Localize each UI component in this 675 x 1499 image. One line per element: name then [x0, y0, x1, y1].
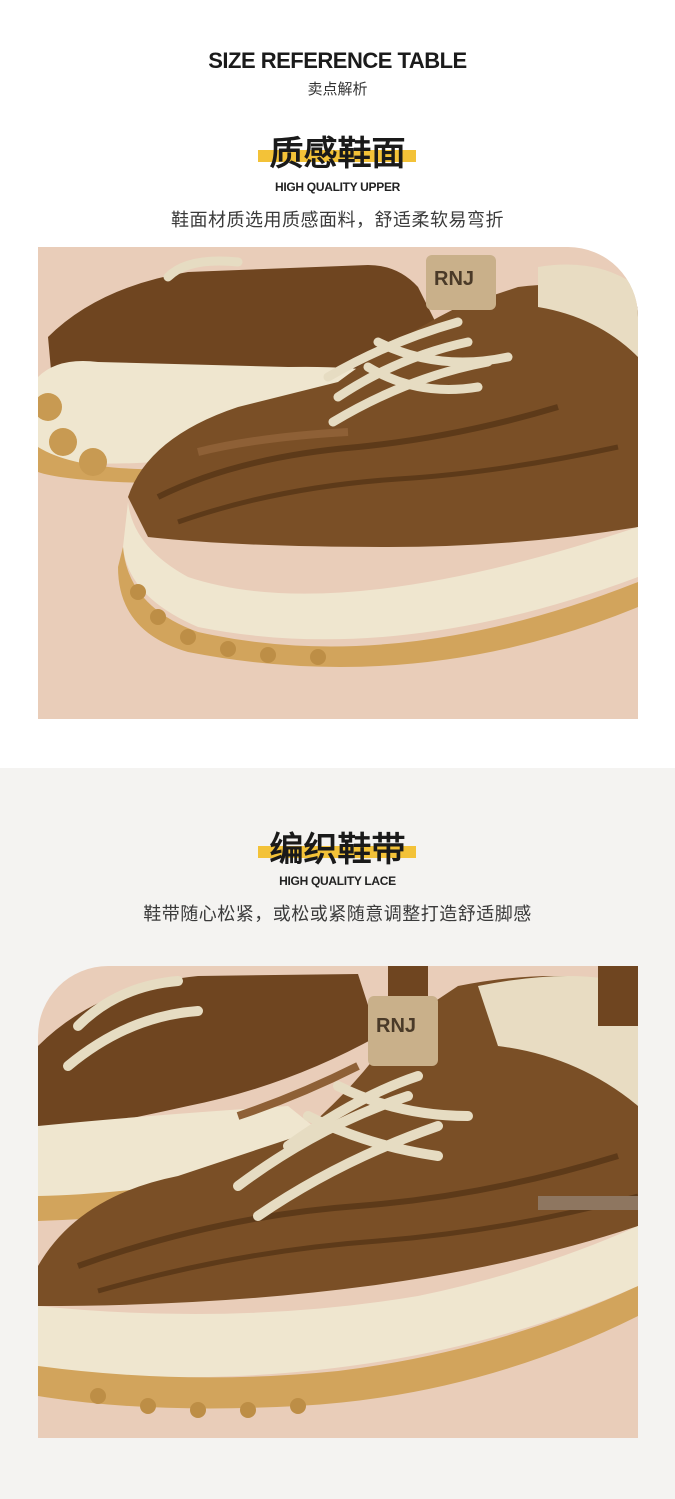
tongue-tag-text: RNJ [434, 268, 474, 290]
feature-english-label: HIGH QUALITY LACE [279, 874, 396, 888]
page-title: SIZE REFERENCE TABLE [208, 48, 467, 73]
feature-heading: 编织鞋带 [269, 830, 406, 870]
feature-description: 鞋带随心松紧，或松或紧随意调整打造舒适脚感 [143, 904, 532, 925]
section-divider [0, 750, 675, 768]
feature-section-upper: SIZE REFERENCE TABLE 卖点解析 质感鞋面 HIGH QUAL… [0, 0, 675, 750]
product-photo-upper: RNJ [38, 247, 638, 719]
feature-english-label: HIGH QUALITY UPPER [274, 180, 401, 194]
tongue-tag-text: RNJ [376, 1015, 416, 1037]
feature-section-lace: 编织鞋带 HIGH QUALITY LACE 鞋带随心松紧，或松或紧随意调整打造… [0, 768, 675, 1499]
page-subtitle: 卖点解析 [307, 80, 368, 98]
product-photo-lace: RNJ [38, 966, 638, 1438]
feature-description: 鞋面材质选用质感面料，舒适柔软易弯折 [171, 210, 504, 231]
feature-heading: 质感鞋面 [269, 134, 406, 174]
